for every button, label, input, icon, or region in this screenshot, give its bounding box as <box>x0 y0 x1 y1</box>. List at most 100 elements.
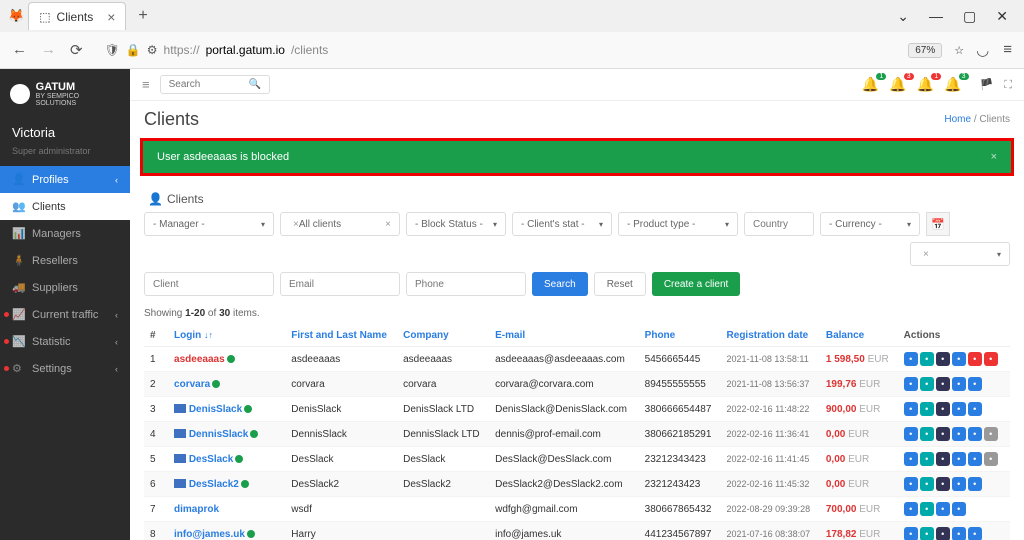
action-icon[interactable]: • <box>952 352 966 366</box>
action-icon[interactable]: • <box>904 352 918 366</box>
col-company[interactable]: Company <box>397 325 489 347</box>
action-icon[interactable]: • <box>968 527 982 540</box>
action-icon[interactable]: • <box>968 427 982 441</box>
sidebar-item-clients[interactable]: 👥Clients <box>0 193 130 220</box>
login-link[interactable]: DennisSlack <box>189 429 248 440</box>
filter-blockstatus[interactable]: - Block Status -▾ <box>406 212 506 236</box>
login-link[interactable]: dimaprok <box>174 504 219 515</box>
action-icon[interactable]: • <box>968 377 982 391</box>
filter-allclients[interactable]: ×All clients× <box>280 212 400 236</box>
action-icon[interactable]: • <box>936 502 950 516</box>
top-search-input[interactable] <box>169 79 249 90</box>
col-phone[interactable]: Phone <box>639 325 721 347</box>
lock-icon[interactable]: 🔒 <box>126 43 141 57</box>
col-balance[interactable]: Balance <box>820 325 898 347</box>
action-icon[interactable]: • <box>904 402 918 416</box>
sidebar-item-suppliers[interactable]: 🚚Suppliers <box>0 274 130 301</box>
action-icon[interactable]: • <box>936 352 950 366</box>
minimize-icon[interactable]: — <box>929 8 943 25</box>
filter-producttype[interactable]: - Product type -▾ <box>618 212 738 236</box>
action-icon[interactable]: • <box>952 452 966 466</box>
alert-close-icon[interactable]: × <box>991 151 997 163</box>
close-icon[interactable]: ✕ <box>996 8 1008 25</box>
action-icon[interactable]: • <box>904 502 918 516</box>
expand-icon[interactable]: ⛶ <box>1004 79 1012 91</box>
search-button[interactable]: Search <box>532 272 588 296</box>
filter-clientstat[interactable]: - Client's stat -▾ <box>512 212 612 236</box>
action-icon[interactable]: • <box>920 352 934 366</box>
action-icon[interactable]: • <box>920 477 934 491</box>
filter-country[interactable] <box>744 212 814 236</box>
pocket-icon[interactable]: ◡ <box>976 41 989 59</box>
create-client-button[interactable]: Create a client <box>652 272 740 296</box>
action-icon[interactable]: • <box>920 527 934 540</box>
calendar-icon[interactable]: 📅 <box>926 212 950 236</box>
col-registration-date[interactable]: Registration date <box>721 325 820 347</box>
action-icon[interactable]: • <box>968 477 982 491</box>
notification-badge[interactable]: 🔔3 <box>944 76 961 93</box>
chevron-down-icon[interactable]: ⌄ <box>897 8 909 25</box>
login-link[interactable]: DenisSlack <box>189 404 242 415</box>
login-link[interactable]: DesSlack <box>189 454 233 465</box>
top-search[interactable]: 🔍 <box>160 75 270 94</box>
sidebar-item-current-traffic[interactable]: 📈Current traffic‹ <box>0 301 130 328</box>
filter-email-input[interactable] <box>280 272 400 296</box>
sidebar-item-managers[interactable]: 📊Managers <box>0 220 130 247</box>
browser-tab[interactable]: ⬚ Clients × <box>28 2 126 30</box>
zoom-badge[interactable]: 67% <box>908 43 942 58</box>
action-icon[interactable]: • <box>904 527 918 540</box>
sidebar-item-statistic[interactable]: 📉Statistic‹ <box>0 328 130 355</box>
action-icon[interactable]: • <box>920 502 934 516</box>
reload-icon[interactable]: ⟳ <box>70 41 83 59</box>
action-icon[interactable]: • <box>952 502 966 516</box>
reset-button[interactable]: Reset <box>594 272 646 296</box>
action-icon[interactable]: • <box>984 427 998 441</box>
filter-client-input[interactable] <box>144 272 274 296</box>
shield-icon[interactable]: 🛡 <box>105 43 120 57</box>
filter-currency[interactable]: - Currency -▾ <box>820 212 920 236</box>
action-icon[interactable]: • <box>904 427 918 441</box>
notification-badge[interactable]: 🔔1 <box>862 76 879 93</box>
action-icon[interactable]: • <box>904 477 918 491</box>
col-e-mail[interactable]: E-mail <box>489 325 639 347</box>
action-icon[interactable]: • <box>904 377 918 391</box>
breadcrumb-home[interactable]: Home <box>944 114 971 125</box>
col-first-and-last-name[interactable]: First and Last Name <box>285 325 397 347</box>
bookmark-icon[interactable]: ☆ <box>954 44 964 57</box>
action-icon[interactable]: • <box>984 452 998 466</box>
menu-icon[interactable]: ≡ <box>1003 41 1012 59</box>
action-icon[interactable]: • <box>920 402 934 416</box>
login-link[interactable]: corvara <box>174 379 210 390</box>
col-login[interactable]: Login ↓↑ <box>168 325 285 347</box>
action-icon[interactable]: • <box>952 477 966 491</box>
permissions-icon[interactable]: ⚙ <box>147 43 158 57</box>
filter-manager[interactable]: - Manager -▾ <box>144 212 274 236</box>
action-icon[interactable]: • <box>952 527 966 540</box>
action-icon[interactable]: • <box>936 452 950 466</box>
action-icon[interactable]: • <box>968 402 982 416</box>
action-icon[interactable]: • <box>984 352 998 366</box>
search-icon[interactable]: 🔍 <box>249 79 261 90</box>
action-icon[interactable]: • <box>952 427 966 441</box>
notification-badge[interactable]: 🔔1 <box>917 76 934 93</box>
action-icon[interactable]: • <box>936 427 950 441</box>
sidebar-item-settings[interactable]: ⚙Settings‹ <box>0 355 130 382</box>
hamburger-icon[interactable]: ≡ <box>142 77 150 92</box>
flag-icon[interactable]: 🏴 <box>980 79 994 91</box>
action-icon[interactable]: • <box>952 402 966 416</box>
action-icon[interactable]: • <box>936 527 950 540</box>
action-icon[interactable]: • <box>936 402 950 416</box>
maximize-icon[interactable]: ▢ <box>963 8 976 25</box>
notification-badge[interactable]: 🔔3 <box>889 76 906 93</box>
action-icon[interactable]: • <box>920 427 934 441</box>
tab-close-icon[interactable]: × <box>107 9 115 25</box>
action-icon[interactable]: • <box>952 377 966 391</box>
filter-extra[interactable]: ×▾ <box>910 242 1010 266</box>
login-link[interactable]: asdeeaaas <box>174 354 225 365</box>
action-icon[interactable]: • <box>968 352 982 366</box>
sidebar-item-resellers[interactable]: 🧍Resellers <box>0 247 130 274</box>
action-icon[interactable]: • <box>936 377 950 391</box>
filter-phone-input[interactable] <box>406 272 526 296</box>
url-field[interactable]: 🛡 🔒 ⚙ https://portal.gatum.io/clients <box>95 43 897 57</box>
action-icon[interactable]: • <box>968 452 982 466</box>
